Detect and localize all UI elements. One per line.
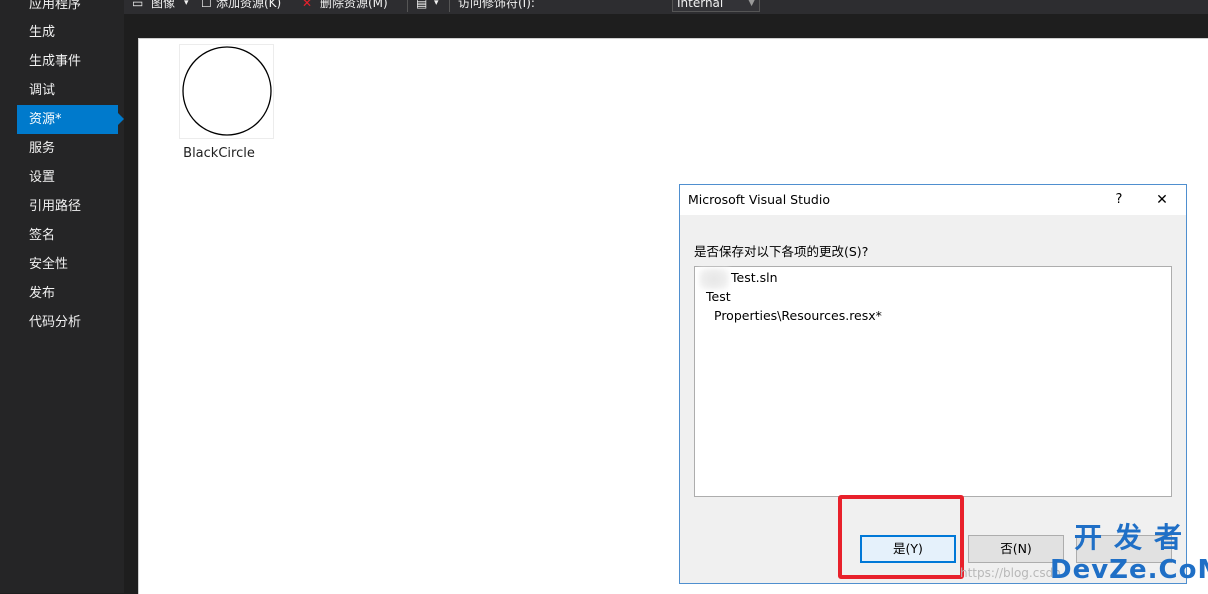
sidebar-item-application[interactable]: 应用程序 [17, 0, 118, 19]
dialog-title: Microsoft Visual Studio [688, 192, 830, 207]
help-icon[interactable]: ? [1108, 190, 1130, 210]
view-icon[interactable]: ▤ [416, 0, 427, 14]
access-modifier-select[interactable]: Internal ▼ [672, 0, 760, 12]
resource-toolbar: ▭ 图像 ▾ ☐ 添加资源(K) ✕ 删除资源(M) ▤ ▾ 访问修饰符(I):… [124, 0, 1208, 14]
solution-icon [699, 268, 729, 290]
close-icon[interactable]: ✕ [1150, 190, 1174, 210]
sidebar-item-publish[interactable]: 发布 [17, 279, 118, 308]
annotation-highlight [838, 495, 964, 579]
sidebar-item-resources[interactable]: 资源* [17, 105, 124, 134]
chevron-down-icon[interactable]: ▾ [434, 0, 439, 14]
watermark-brand-en: DevZe.CoM [1050, 555, 1208, 585]
remove-resource-button[interactable]: 删除资源(M) [320, 0, 388, 14]
sidebar-item-code-analysis[interactable]: 代码分析 [17, 308, 118, 337]
images-dropdown[interactable]: 图像 [151, 0, 175, 14]
watermark-brand-cn: 开发者 [1073, 521, 1194, 554]
list-item[interactable]: Test [706, 289, 731, 304]
changed-items-list[interactable]: Test.sln Test Properties\Resources.resx* [694, 266, 1172, 497]
blog-url-watermark: https://blog.csdn [960, 566, 1061, 580]
remove-icon: ✕ [302, 0, 313, 10]
resource-item-label[interactable]: BlackCircle [169, 146, 269, 161]
toolbar-separator [449, 0, 450, 12]
sidebar-item-signing[interactable]: 签名 [17, 221, 118, 250]
access-modifier-label: 访问修饰符(I): [458, 0, 535, 10]
circle-image-icon [182, 46, 272, 136]
dialog-question: 是否保存对以下各项的更改(S)? [694, 244, 869, 259]
sidebar-item-security[interactable]: 安全性 [17, 250, 118, 279]
sidebar-item-build[interactable]: 生成 [17, 18, 118, 47]
access-modifier-value: Internal [677, 0, 724, 10]
sidebar-item-build-events[interactable]: 生成事件 [17, 47, 118, 76]
images-icon: ▭ [132, 0, 144, 10]
sidebar-item-settings[interactable]: 设置 [17, 163, 118, 192]
add-icon: ☐ [201, 0, 212, 10]
chevron-down-icon: ▼ [748, 0, 755, 8]
dialog-titlebar[interactable]: Microsoft Visual Studio ? ✕ [680, 185, 1186, 215]
add-resource-button[interactable]: 添加资源(K) [216, 0, 281, 14]
devze-watermark: 开发者 DevZe.CoM [1050, 522, 1208, 586]
list-item[interactable]: Test.sln [731, 270, 778, 285]
sidebar-item-debug[interactable]: 调试 [17, 76, 118, 105]
project-properties-sidebar: 应用程序 生成 生成事件 调试 资源* 服务 设置 引用路径 签名 安全性 发布… [0, 0, 124, 593]
sidebar-item-services[interactable]: 服务 [17, 134, 118, 163]
sidebar-item-reference-paths[interactable]: 引用路径 [17, 192, 118, 221]
chevron-down-icon[interactable]: ▾ [184, 0, 189, 14]
list-item[interactable]: Properties\Resources.resx* [714, 308, 882, 323]
toolbar-separator [407, 0, 408, 12]
resource-item-thumbnail[interactable] [179, 44, 274, 139]
